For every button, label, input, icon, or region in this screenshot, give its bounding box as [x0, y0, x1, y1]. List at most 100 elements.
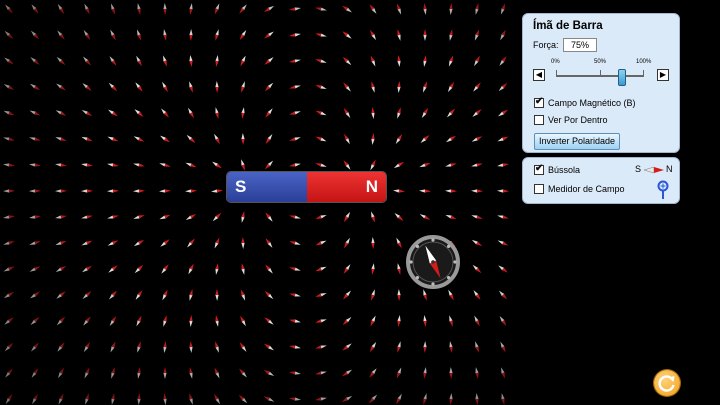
field-needle [189, 367, 193, 379]
field-needle [5, 368, 13, 378]
strength-slider-track[interactable] [556, 75, 644, 77]
field-needle [265, 134, 273, 144]
field-needle [30, 30, 40, 40]
field-needle [264, 317, 274, 325]
field-needle [445, 189, 457, 193]
invert-polarity-button[interactable]: Inverter Polaridade [534, 133, 621, 150]
field-needle [241, 159, 245, 171]
field-needle [83, 56, 91, 66]
field-needle [473, 290, 481, 300]
field-needle [186, 134, 196, 144]
field-needle [5, 4, 13, 14]
field-needle [31, 342, 39, 352]
field-needle [289, 7, 301, 11]
field-needle [371, 81, 375, 93]
field-needle [135, 82, 143, 92]
bar-magnet[interactable]: S N [227, 172, 386, 202]
strength-value: 75% [563, 38, 597, 52]
field-needle [419, 189, 431, 193]
field-needle [371, 211, 375, 223]
field-needle [29, 215, 41, 219]
field-needle [471, 239, 483, 247]
field-needle [369, 29, 377, 41]
field-needle [3, 241, 15, 245]
compass-checkbox[interactable]: ✔ [534, 163, 544, 175]
strength-increase-button[interactable]: ▶ [657, 69, 669, 81]
south-pole-label: S [235, 177, 247, 196]
probe-icon[interactable] [657, 180, 669, 200]
field-needle [187, 107, 195, 119]
field-needle [30, 57, 40, 65]
field-needle [56, 83, 66, 91]
field-needle [395, 133, 403, 145]
reset-icon [658, 375, 675, 392]
field-needle [423, 3, 427, 15]
field-needle [107, 215, 119, 219]
field-needle [370, 159, 376, 171]
field-needle [397, 107, 401, 119]
field-needle [343, 264, 351, 274]
field-needle [108, 290, 118, 300]
field-meter-checkbox[interactable] [534, 184, 544, 194]
field-needle [397, 81, 401, 93]
field-needle [3, 266, 15, 272]
field-needle [56, 316, 66, 326]
field-needle [369, 368, 377, 378]
field-needle [215, 81, 219, 93]
field-needle [3, 291, 15, 299]
reset-button[interactable] [654, 370, 680, 396]
field-needle [55, 163, 67, 167]
field-checkbox[interactable]: ✔ [534, 96, 544, 108]
field-needle [371, 237, 375, 249]
field-needle [161, 264, 169, 274]
field-needle [341, 395, 353, 403]
slider-tick-label-50: 50% [594, 59, 607, 65]
field-needle [31, 4, 39, 14]
field-needle [55, 240, 67, 246]
field-needle [371, 107, 375, 119]
field-needle [83, 316, 91, 326]
field-needle [264, 82, 274, 92]
field-needle [342, 369, 352, 377]
field-needle [500, 3, 506, 15]
south-pole: S [227, 172, 307, 202]
compass-tool-icon[interactable]: S N [635, 164, 675, 176]
field-needle [342, 31, 352, 39]
strength-slider-thumb[interactable] [618, 69, 626, 86]
field-needle [371, 133, 375, 145]
field-needle [161, 108, 169, 118]
field-needle [448, 289, 454, 301]
slider-tick [600, 70, 601, 75]
field-needle [185, 162, 197, 168]
field-needle [263, 5, 275, 13]
field-needle [315, 397, 327, 401]
field-needle [344, 133, 350, 145]
field-needle [423, 29, 427, 41]
field-needle [394, 213, 404, 221]
field-needle [315, 293, 327, 297]
field-needle [419, 162, 431, 168]
field-needle [107, 136, 119, 142]
field-needle [109, 315, 117, 327]
field-needle [396, 367, 402, 379]
field-needle [289, 241, 301, 245]
field-needle [497, 136, 509, 142]
strength-decrease-button[interactable]: ◀ [533, 69, 545, 81]
field-needle [84, 3, 90, 15]
field-needle [498, 265, 508, 273]
field-needle [500, 341, 506, 353]
field-needle [215, 289, 219, 301]
field-needle [159, 214, 171, 220]
field-needle [473, 82, 481, 92]
field-needle [110, 29, 116, 41]
field-needle [188, 263, 194, 275]
field-needle [211, 189, 223, 193]
field-needle [289, 293, 301, 297]
field-needle [448, 55, 454, 67]
field-needle [343, 290, 351, 300]
field-needle [213, 393, 221, 405]
field-needle [108, 82, 118, 92]
field-needle [289, 163, 301, 167]
compass[interactable] [405, 234, 461, 290]
see-inside-checkbox[interactable] [534, 115, 544, 125]
